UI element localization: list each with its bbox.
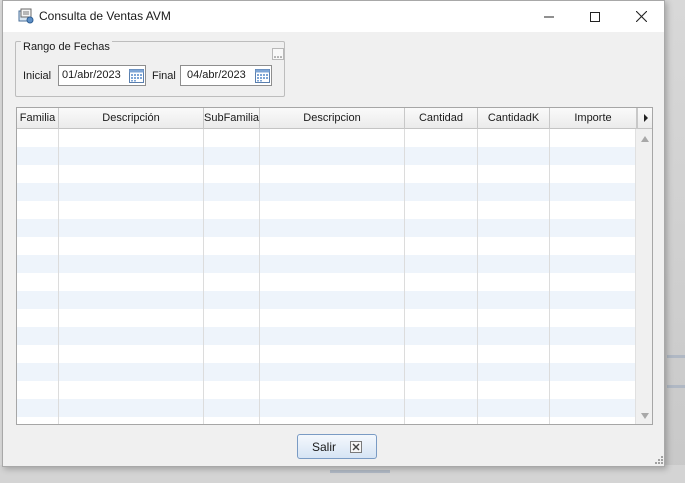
calendar-icon[interactable] <box>129 68 144 83</box>
inicial-label: Inicial <box>23 70 52 82</box>
close-button[interactable] <box>618 1 664 32</box>
final-date-value: 04/abr/2023 <box>187 69 246 81</box>
table-row[interactable] <box>17 291 635 309</box>
app-icon <box>18 8 34 24</box>
table-row[interactable] <box>17 309 635 327</box>
table-row[interactable] <box>17 147 635 165</box>
column-header-familia[interactable]: Familia <box>17 108 59 129</box>
sales-grid[interactable]: Familia Descripción SubFamilia Descripci… <box>16 107 653 425</box>
column-header-descripcion-familia[interactable]: Descripción <box>59 108 204 129</box>
group-expand-icon[interactable] <box>272 48 284 60</box>
table-row[interactable] <box>17 183 635 201</box>
final-label: Final <box>152 70 176 82</box>
minimize-icon <box>544 16 554 17</box>
table-row[interactable] <box>17 237 635 255</box>
scroll-down-icon[interactable] <box>640 412 650 420</box>
minimize-button[interactable] <box>526 1 572 32</box>
vertical-scrollbar[interactable] <box>635 129 652 424</box>
table-row[interactable] <box>17 327 635 345</box>
table-row[interactable] <box>17 255 635 273</box>
main-window: Consulta de Ventas AVM Rango de Fechas I… <box>2 0 665 467</box>
column-divider <box>404 129 405 424</box>
table-row[interactable] <box>17 219 635 237</box>
table-row[interactable] <box>17 345 635 363</box>
date-range-label: Rango de Fechas <box>21 41 112 53</box>
desktop-background-right <box>665 0 685 483</box>
column-divider <box>203 129 204 424</box>
chevron-right-icon <box>643 114 648 122</box>
table-row[interactable] <box>17 129 635 147</box>
desktop-decoration <box>330 470 390 473</box>
desktop-background-bottom <box>0 465 685 483</box>
desktop-decoration <box>667 355 685 358</box>
grid-header: Familia Descripción SubFamilia Descripci… <box>17 108 637 129</box>
column-divider <box>477 129 478 424</box>
column-divider <box>58 129 59 424</box>
column-divider <box>259 129 260 424</box>
table-row[interactable] <box>17 273 635 291</box>
table-row[interactable] <box>17 363 635 381</box>
close-icon <box>635 11 647 22</box>
inicial-date-value: 01/abr/2023 <box>62 69 121 81</box>
desktop-decoration <box>667 385 685 388</box>
column-header-subfamilia[interactable]: SubFamilia <box>204 108 260 129</box>
maximize-icon <box>590 11 600 22</box>
table-row[interactable] <box>17 399 635 417</box>
column-header-descripcion-subfamilia[interactable]: Descripcion <box>260 108 405 129</box>
salir-button[interactable]: Salir <box>297 434 377 459</box>
table-row[interactable] <box>17 201 635 219</box>
table-row[interactable] <box>17 381 635 399</box>
calendar-icon[interactable] <box>255 68 270 83</box>
column-header-importe[interactable]: Importe <box>550 108 637 129</box>
title-bar[interactable]: Consulta de Ventas AVM <box>3 1 664 32</box>
salir-label: Salir <box>311 439 336 454</box>
window-title: Consulta de Ventas AVM <box>39 9 171 23</box>
grid-rows <box>17 129 635 424</box>
column-header-cantidadk[interactable]: CantidadK <box>478 108 550 129</box>
table-row[interactable] <box>17 165 635 183</box>
scroll-up-icon[interactable] <box>640 135 650 143</box>
exit-icon <box>350 440 362 453</box>
resize-grip-icon[interactable] <box>653 454 664 465</box>
scroll-columns-right-button[interactable] <box>637 108 652 129</box>
column-divider <box>549 129 550 424</box>
maximize-button[interactable] <box>572 1 618 32</box>
column-header-cantidad[interactable]: Cantidad <box>405 108 478 129</box>
